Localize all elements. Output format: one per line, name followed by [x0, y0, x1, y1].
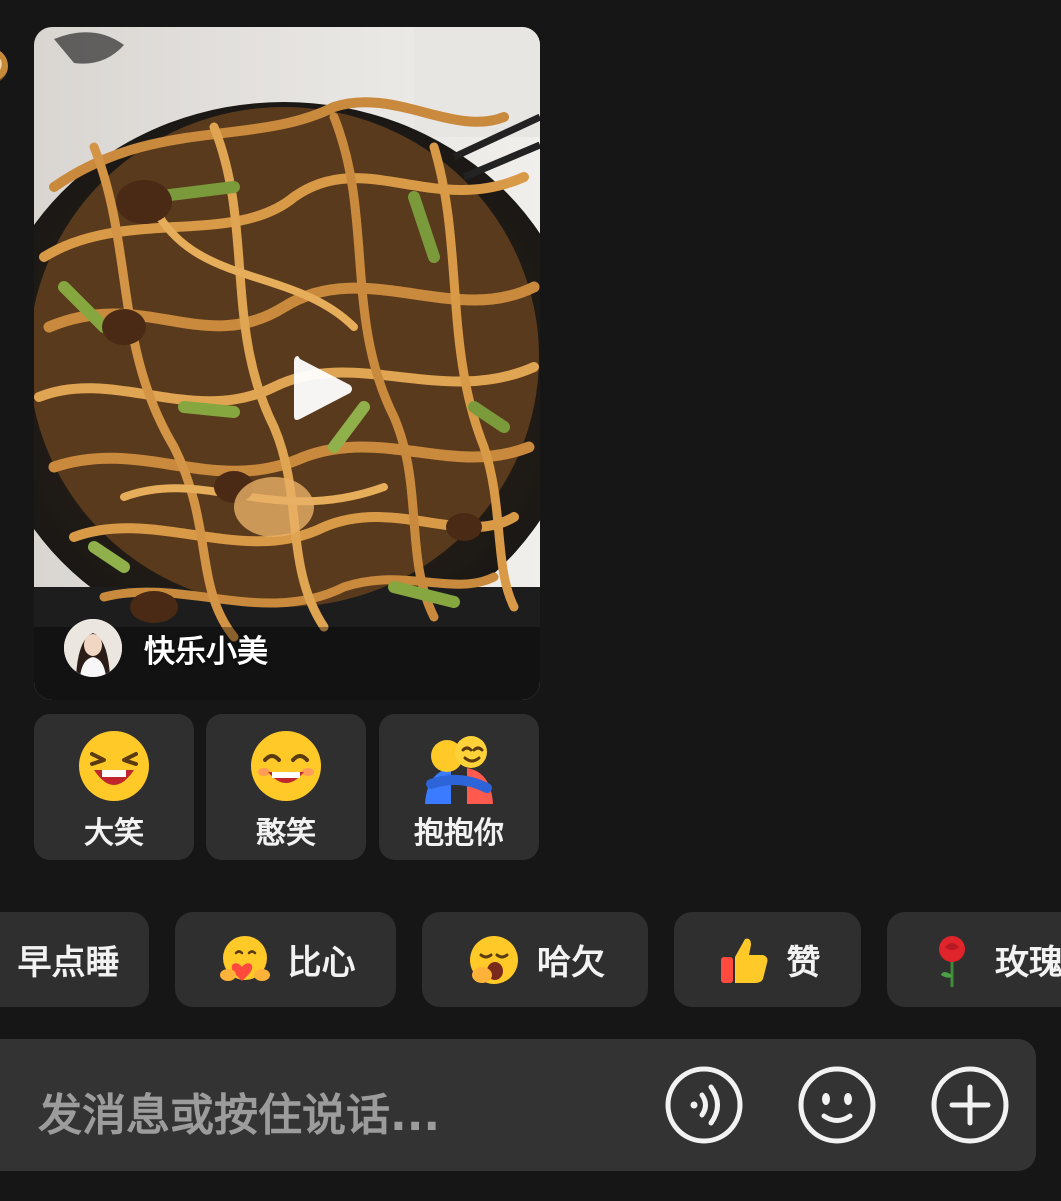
quick-reply-sleep-early[interactable]: 早点睡 [0, 912, 149, 1007]
reaction-grin[interactable]: 憨笑 [206, 714, 366, 860]
voice-input-icon[interactable] [664, 1065, 744, 1145]
laughing-face-icon [79, 731, 149, 801]
grinning-face-icon [251, 731, 321, 801]
hug-icon [425, 736, 493, 804]
play-icon[interactable] [292, 352, 354, 426]
quick-reply-rose[interactable]: 玫瑰 [887, 912, 1061, 1007]
emoji-picker-icon[interactable] [797, 1065, 877, 1145]
reaction-label: 抱抱你 [414, 816, 504, 851]
video-thumbnail [34, 27, 540, 700]
video-author[interactable]: 快乐小美 [64, 619, 268, 677]
quick-reply-label: 比心 [287, 943, 356, 983]
author-name: 快乐小美 [144, 633, 268, 670]
quick-reply-label: 早点睡 [17, 943, 120, 983]
quick-reply-label: 玫瑰 [995, 943, 1061, 983]
sender-avatar[interactable] [0, 48, 8, 84]
reaction-label: 大笑 [84, 816, 144, 851]
quick-reply-label: 赞 [786, 943, 821, 983]
reaction-hug[interactable]: 抱抱你 [379, 714, 539, 860]
author-avatar[interactable] [64, 619, 122, 677]
yawning-face-icon [470, 935, 518, 984]
quick-reply-heart[interactable]: 比心 [175, 912, 396, 1007]
heart-hands-icon [219, 935, 270, 981]
reaction-label: 憨笑 [256, 816, 316, 851]
video-message-card[interactable]: 快乐小美 [34, 27, 540, 700]
plus-icon[interactable] [930, 1065, 1010, 1145]
thumbs-up-icon [720, 938, 767, 983]
quick-reply-label: 哈欠 [537, 943, 605, 983]
reaction-laugh[interactable]: 大笑 [34, 714, 194, 860]
quick-reply-like[interactable]: 赞 [674, 912, 861, 1007]
message-input[interactable]: 发消息或按住说话... [38, 1079, 440, 1143]
quick-reply-yawn[interactable]: 哈欠 [422, 912, 648, 1007]
rose-icon [939, 935, 965, 987]
message-composer: 发消息或按住说话... [0, 1039, 1036, 1171]
